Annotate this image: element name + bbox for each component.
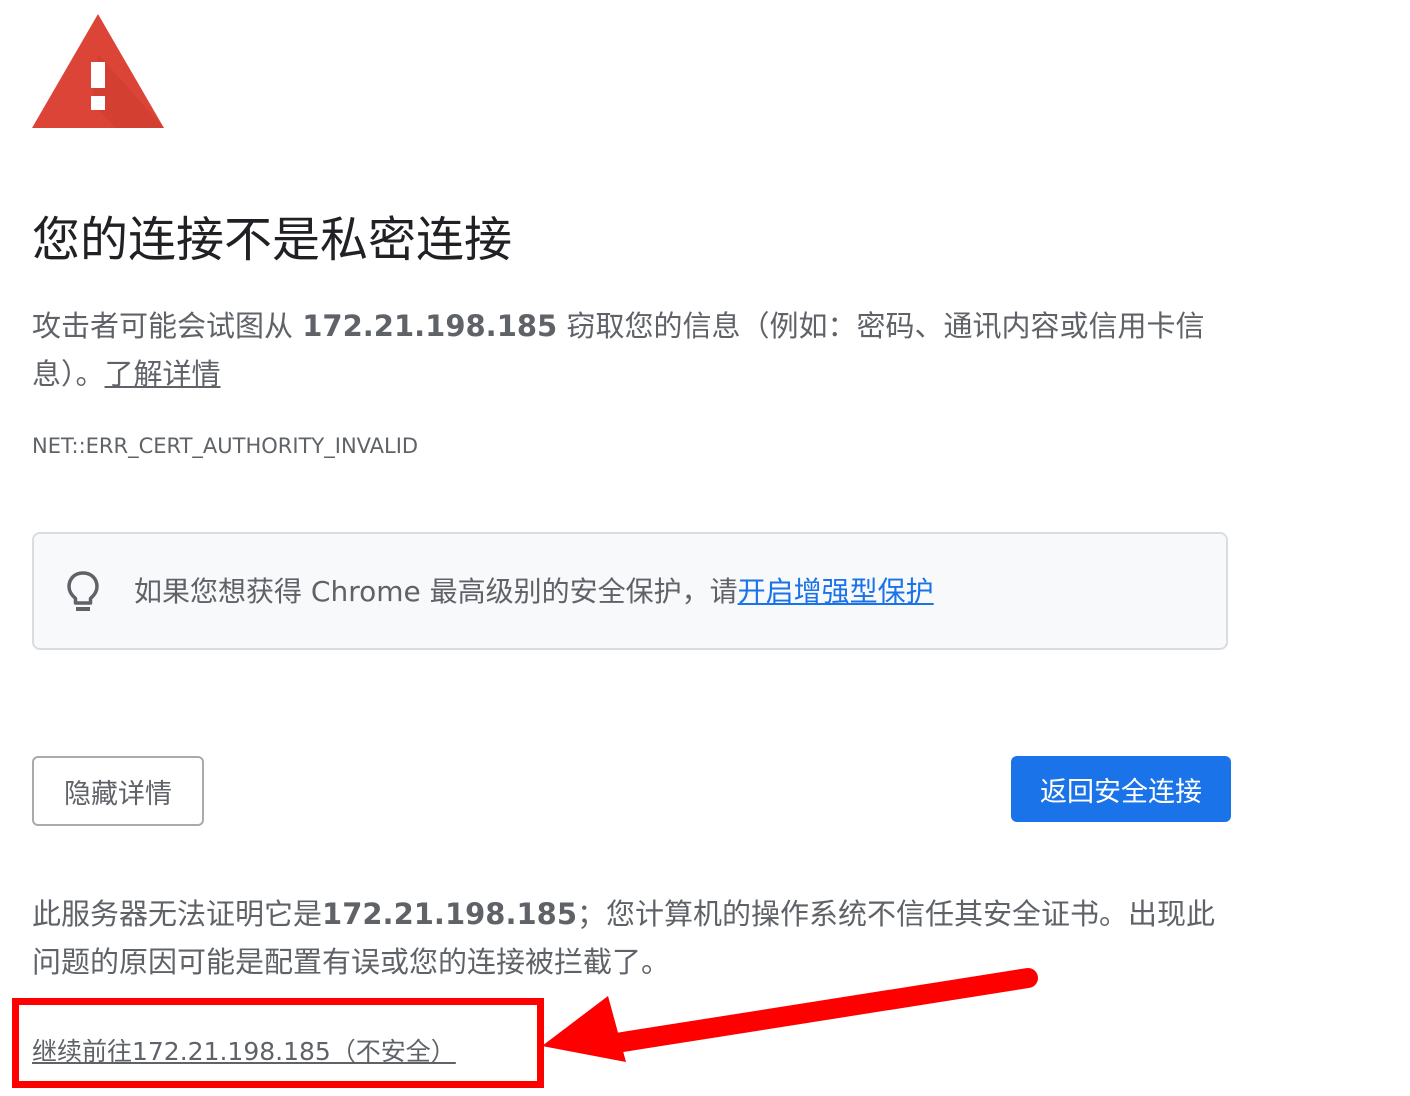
explanation-text: 攻击者可能会试图从 172.21.198.185 窃取您的信息（例如：密码、通讯… [32,302,1222,398]
details-prefix: 此服务器无法证明它是 [32,897,323,931]
lightbulb-icon [67,571,99,611]
learn-more-link[interactable]: 了解详情 [105,357,221,391]
enable-enhanced-protection-link[interactable]: 开启增强型保护 [738,575,934,608]
enhanced-protection-text: 如果您想获得 Chrome 最高级别的安全保护，请开启增强型保护 [134,570,934,614]
hide-details-button[interactable]: 隐藏详情 [32,756,204,826]
annotation-highlight-box [12,998,544,1088]
error-code: NET::ERR_CERT_AUTHORITY_INVALID [32,434,419,458]
annotation-arrow-icon [542,968,1038,1062]
explanation-prefix: 攻击者可能会试图从 [32,309,303,343]
warning-triangle-icon [32,14,164,128]
enhanced-protection-banner: 如果您想获得 Chrome 最高级别的安全保护，请开启增强型保护 [32,532,1228,650]
details-host-name: 172.21.198.185 [322,897,578,931]
enhanced-protection-message: 如果您想获得 Chrome 最高级别的安全保护，请 [134,575,738,608]
page-title: 您的连接不是私密连接 [32,212,513,268]
host-name: 172.21.198.185 [302,309,558,343]
back-to-safety-button[interactable]: 返回安全连接 [1011,756,1231,822]
